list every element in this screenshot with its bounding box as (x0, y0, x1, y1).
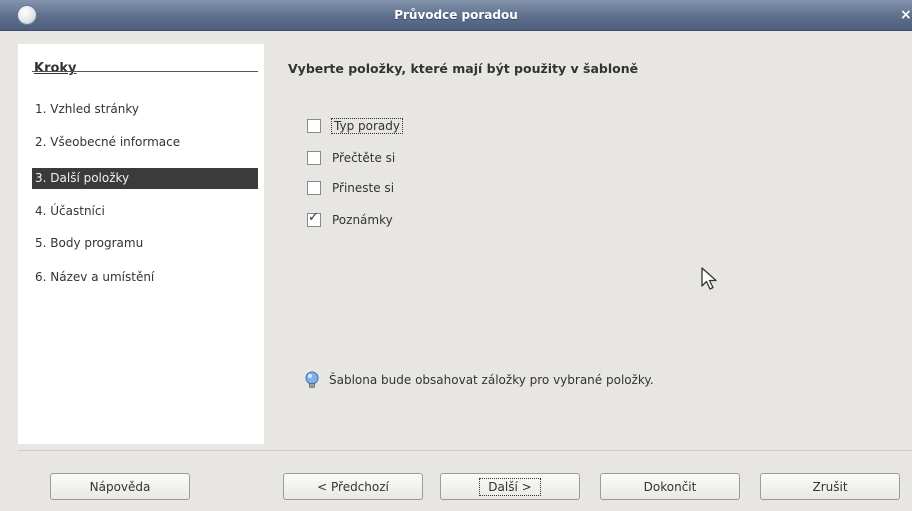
close-icon[interactable]: × (900, 5, 912, 25)
option-label[interactable]: Typ porady (331, 118, 403, 134)
step-6-name-and-location[interactable]: 6. Název a umístění (32, 267, 258, 288)
mouse-pointer-icon (701, 267, 717, 290)
steps-divider (32, 71, 258, 72)
option-label[interactable]: Poznámky (332, 213, 393, 227)
steps-title: Kroky (34, 61, 77, 76)
next-button-label: Další > (479, 477, 541, 496)
window-title: Průvodce poradou (394, 8, 518, 22)
next-button[interactable]: Další > (440, 473, 580, 500)
step-4-attendees[interactable]: 4. Účastníci (32, 201, 258, 222)
help-button[interactable]: Nápověda (50, 473, 190, 500)
cancel-button-label: Zrušit (812, 479, 848, 494)
help-button-label: Nápověda (89, 479, 151, 494)
option-label[interactable]: Přečtěte si (332, 151, 395, 165)
cancel-button[interactable]: Zrušit (760, 473, 900, 500)
step-3-additional-items[interactable]: 3. Další položky (32, 168, 258, 189)
step-5-agenda-items[interactable]: 5. Body programu (32, 233, 258, 254)
option-please-bring[interactable]: Přineste si (307, 178, 394, 198)
back-button[interactable]: < Předchozí (283, 473, 423, 500)
step-2-general-information[interactable]: 2. Všeobecné informace (32, 132, 258, 153)
back-button-label: < Předchozí (317, 479, 389, 494)
option-meeting-type[interactable]: Typ porady (307, 116, 403, 136)
info-text: Šablona bude obsahovat záložky pro vybra… (329, 373, 654, 387)
finish-button-label: Dokončit (643, 479, 697, 494)
please-bring-checkbox[interactable] (307, 181, 321, 195)
info-message: Šablona bude obsahovat záložky pro vybra… (303, 371, 654, 389)
title-bar[interactable]: Průvodce poradou × (0, 0, 912, 31)
steps-pane: Kroky 1. Vzhled stránky 2. Všeobecné inf… (18, 44, 264, 444)
option-please-read[interactable]: Přečtěte si (307, 148, 395, 168)
meeting-type-checkbox[interactable] (307, 119, 321, 133)
finish-button[interactable]: Dokončit (600, 473, 740, 500)
step-1-page-design[interactable]: 1. Vzhled stránky (32, 99, 258, 120)
lightbulb-icon (305, 371, 319, 388)
page-heading: Vyberte položky, které mají být použity … (288, 61, 639, 76)
please-read-checkbox[interactable] (307, 151, 321, 165)
option-notes[interactable]: Poznámky (307, 210, 393, 230)
button-bar-divider (18, 450, 912, 451)
option-label[interactable]: Přineste si (332, 181, 394, 195)
notes-checkbox[interactable] (307, 210, 321, 227)
